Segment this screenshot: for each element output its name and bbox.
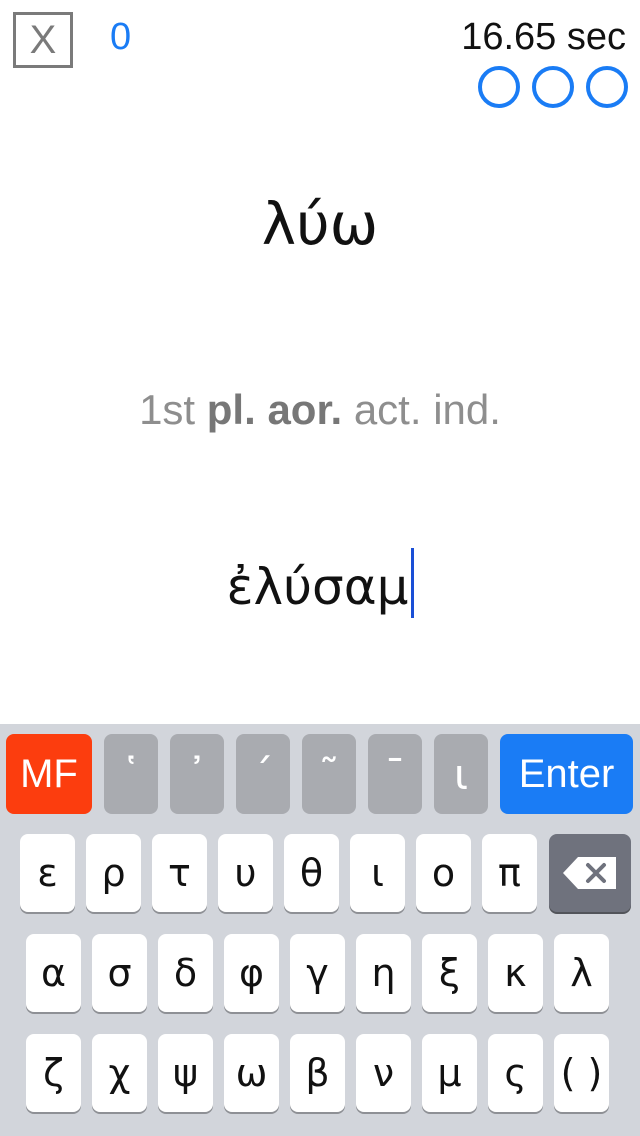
key-rough-breathing[interactable]: ῾ (104, 734, 158, 814)
key-gamma[interactable]: γ (290, 934, 345, 1012)
key-omega[interactable]: ω (224, 1034, 279, 1112)
key-theta[interactable]: θ (284, 834, 339, 912)
key-macron[interactable]: ¯ (368, 734, 422, 814)
key-rho[interactable]: ρ (86, 834, 141, 912)
top-bar: X 0 16.65 sec (0, 0, 640, 120)
key-beta[interactable]: β (290, 1034, 345, 1112)
parse-emphasis: pl. aor. (206, 386, 343, 433)
key-omicron[interactable]: ο (416, 834, 471, 912)
key-kappa[interactable]: κ (488, 934, 543, 1012)
key-tau[interactable]: τ (152, 834, 207, 912)
lemma-word: λύω (261, 190, 379, 258)
text-caret (410, 548, 414, 618)
answer-field[interactable]: ἐλύσαμ (0, 548, 640, 618)
key-mu[interactable]: μ (422, 1034, 477, 1112)
key-eta[interactable]: η (356, 934, 411, 1012)
score-counter: 0 (110, 16, 132, 58)
key-delta[interactable]: δ (158, 934, 213, 1012)
key-phi[interactable]: φ (224, 934, 279, 1012)
life-circle-icon (532, 66, 574, 108)
enter-button[interactable]: Enter (500, 734, 633, 814)
parsing-prompt: 1st pl. aor. act. ind. (0, 386, 640, 434)
key-nu[interactable]: ν (356, 1034, 411, 1112)
key-iota-subscript[interactable]: ι (434, 734, 488, 814)
lives-indicator (478, 66, 628, 108)
key-circumflex[interactable]: ῀ (302, 734, 356, 814)
backspace-icon (563, 857, 616, 889)
key-lambda[interactable]: λ (554, 934, 609, 1012)
mf-button[interactable]: MF (6, 734, 92, 814)
life-circle-icon (478, 66, 520, 108)
key-chi[interactable]: χ (92, 1034, 147, 1112)
timer: 16.65 sec (461, 16, 626, 58)
key-pi[interactable]: π (482, 834, 537, 912)
key-acute-accent[interactable]: ΄ (236, 734, 290, 814)
key-smooth-breathing[interactable]: ᾿ (170, 734, 224, 814)
backspace-button[interactable] (549, 834, 631, 912)
parse-rest: act. ind. (342, 386, 501, 433)
life-circle-icon (586, 66, 628, 108)
close-button[interactable]: X (13, 12, 73, 68)
key-xi[interactable]: ξ (422, 934, 477, 1012)
key-zeta[interactable]: ζ (26, 1034, 81, 1112)
key-iota[interactable]: ι (350, 834, 405, 912)
key-final-sigma[interactable]: ς (488, 1034, 543, 1112)
key-epsilon[interactable]: ε (20, 834, 75, 912)
parse-person: 1st (139, 386, 207, 433)
answer-text: ἐλύσαμ (226, 558, 409, 616)
key-upsilon[interactable]: υ (218, 834, 273, 912)
key-parentheses[interactable]: ( ) (554, 1034, 609, 1112)
greek-keyboard: MF ῾ ᾿ ΄ ῀ ¯ ι Enter ε ρ τ υ θ ι ο π α σ… (0, 724, 640, 1136)
key-sigma[interactable]: σ (92, 934, 147, 1012)
key-alpha[interactable]: α (26, 934, 81, 1012)
key-psi[interactable]: ψ (158, 1034, 213, 1112)
